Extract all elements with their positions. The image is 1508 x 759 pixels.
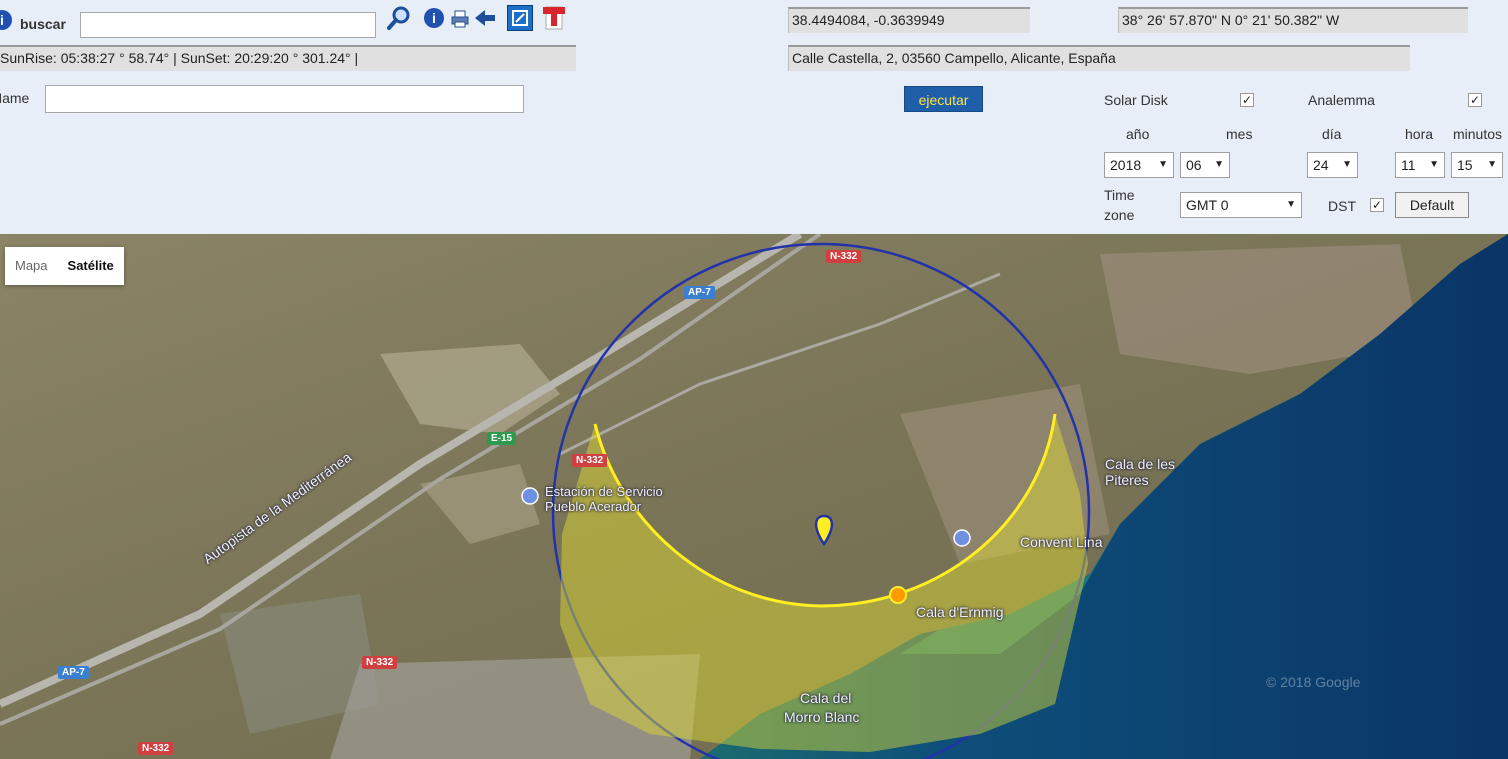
road-shield-ap7: AP-7 bbox=[684, 286, 715, 299]
minutes-select[interactable]: 15 ▼ bbox=[1451, 152, 1503, 178]
name-input[interactable] bbox=[45, 85, 524, 113]
info-icon[interactable]: i bbox=[0, 10, 12, 30]
year-select[interactable]: 2018 ▼ bbox=[1104, 152, 1174, 178]
month-select[interactable]: 06 ▼ bbox=[1180, 152, 1230, 178]
solar-disk-label: Solar Disk bbox=[1104, 92, 1168, 108]
day-select[interactable]: 24 ▼ bbox=[1307, 152, 1358, 178]
run-button[interactable]: ejecutar bbox=[904, 86, 983, 112]
place-label: Cala de les Piteres bbox=[1105, 456, 1176, 488]
chevron-down-icon: ▼ bbox=[1342, 159, 1352, 170]
year-value: 2018 bbox=[1110, 157, 1142, 173]
dst-checkbox[interactable]: ✓ bbox=[1370, 198, 1384, 212]
chevron-down-icon: ▼ bbox=[1158, 159, 1168, 170]
info-circle-icon[interactable]: i bbox=[424, 8, 444, 28]
satellite-map[interactable]: Mapa Satélite N-332 AP-7 E-15 N-332 N-33… bbox=[0, 234, 1508, 759]
chevron-down-icon: ▼ bbox=[1429, 159, 1439, 170]
map-type-control: Mapa Satélite bbox=[5, 247, 124, 285]
magnifier-icon[interactable] bbox=[386, 5, 412, 31]
arrow-left-icon[interactable] bbox=[473, 7, 497, 29]
month-value: 06 bbox=[1186, 157, 1202, 173]
map-type-satellite-button[interactable]: Satélite bbox=[58, 247, 124, 285]
day-value: 24 bbox=[1313, 157, 1329, 173]
coords-decimal-field: 38.4494084, -0.3639949 bbox=[788, 7, 1030, 33]
hour-select[interactable]: 11 ▼ bbox=[1395, 152, 1445, 178]
name-label: Name bbox=[0, 90, 30, 106]
chevron-down-icon: ▼ bbox=[1487, 159, 1497, 170]
timezone-label-line2: zone bbox=[1104, 207, 1135, 223]
timezone-label-line1: Time bbox=[1104, 187, 1135, 203]
pdf-icon[interactable] bbox=[543, 5, 565, 31]
search-input[interactable] bbox=[80, 12, 376, 38]
place-label: Cala del bbox=[800, 690, 852, 706]
chevron-down-icon: ▼ bbox=[1286, 199, 1296, 210]
solar-disk-checkbox[interactable]: ✓ bbox=[1240, 93, 1254, 107]
share-icon[interactable] bbox=[507, 5, 533, 31]
road-shield-n332: N-332 bbox=[138, 742, 174, 755]
dst-label: DST bbox=[1328, 198, 1356, 214]
address-field: Calle Castella, 2, 03560 Campello, Alica… bbox=[788, 45, 1410, 71]
road-shield-n332: N-332 bbox=[572, 454, 608, 467]
place-label: Estación de Servicio Pueblo Acerador bbox=[545, 484, 663, 514]
timezone-select[interactable]: GMT 0 ▼ bbox=[1180, 192, 1302, 218]
road-shield-n332: N-332 bbox=[826, 250, 862, 263]
map-copyright: © 2018 Google bbox=[1266, 674, 1361, 690]
road-shield-ap7: AP-7 bbox=[58, 666, 89, 679]
day-header: día bbox=[1322, 126, 1342, 142]
road-shield-n332: N-332 bbox=[362, 656, 398, 669]
place-label: Convent Lina bbox=[1020, 534, 1103, 550]
analemma-label: Analemma bbox=[1308, 92, 1375, 108]
place-label: Cala d'Ernmig bbox=[916, 604, 1004, 620]
search-label: buscar bbox=[20, 16, 66, 32]
minutes-header: minutos bbox=[1453, 126, 1503, 142]
year-header: año bbox=[1126, 126, 1150, 142]
hour-value: 11 bbox=[1401, 157, 1416, 173]
place-label: Morro Blanc bbox=[784, 709, 860, 725]
default-button[interactable]: Default bbox=[1395, 192, 1469, 218]
analemma-checkbox[interactable]: ✓ bbox=[1468, 93, 1482, 107]
sun-info-field: SunRise: 05:38:27 ° 58.74° | SunSet: 20:… bbox=[0, 45, 576, 71]
coords-dms-field: 38° 26' 57.870" N 0° 21' 50.382" W bbox=[1118, 7, 1468, 33]
minutes-value: 15 bbox=[1457, 157, 1473, 173]
road-shield-e15: E-15 bbox=[487, 432, 517, 445]
timezone-value: GMT 0 bbox=[1186, 197, 1229, 213]
month-header: mes bbox=[1226, 126, 1253, 142]
print-icon[interactable] bbox=[450, 9, 470, 29]
hour-header: hora bbox=[1405, 126, 1434, 142]
map-type-map-button[interactable]: Mapa bbox=[5, 247, 58, 285]
chevron-down-icon: ▼ bbox=[1214, 159, 1224, 170]
